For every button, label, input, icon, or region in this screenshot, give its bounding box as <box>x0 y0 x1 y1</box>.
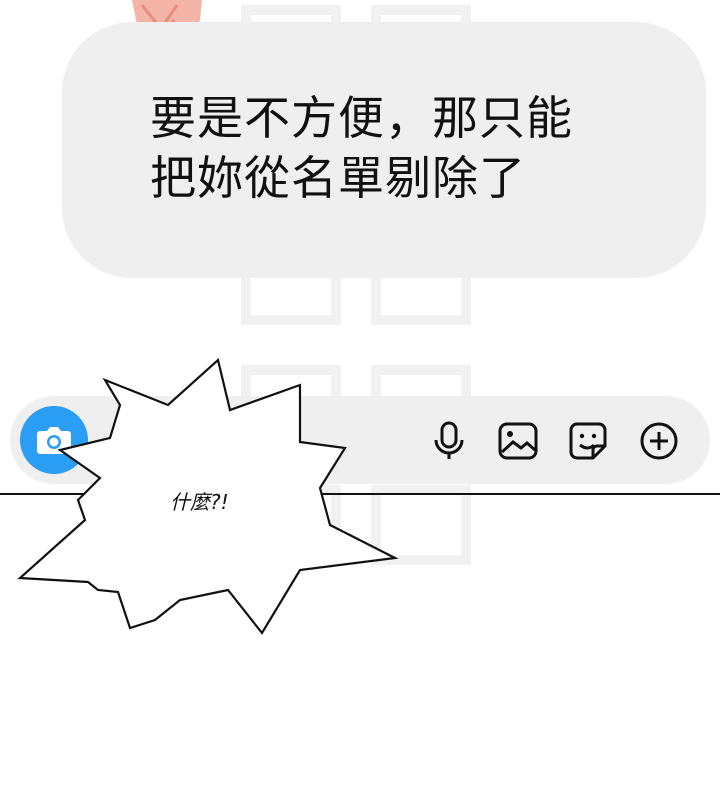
message-line-2: 把妳從名單剔除了 <box>150 151 526 205</box>
camera-icon <box>37 427 71 454</box>
sticker-icon[interactable] <box>567 420 609 462</box>
microphone-icon[interactable] <box>428 420 470 462</box>
image-icon[interactable] <box>497 420 539 462</box>
panel-divider <box>0 493 720 495</box>
message-text: 要是不方便，那只能 把妳從名單剔除了 <box>150 88 670 208</box>
plus-icon[interactable] <box>638 420 680 462</box>
exclamation-text: 什麼?! <box>170 490 229 514</box>
message-line-1: 要是不方便，那只能 <box>150 91 573 145</box>
camera-button[interactable] <box>20 406 88 474</box>
